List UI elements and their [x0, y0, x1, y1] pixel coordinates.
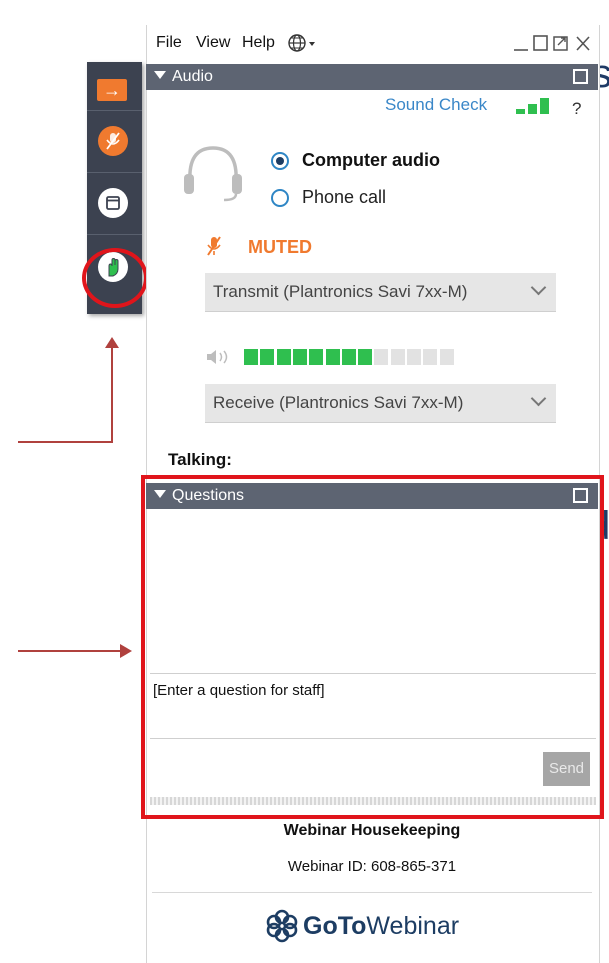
menu-bar: File View Help — [146, 28, 598, 60]
receive-device-value: Receive (Plantronics Savi 7xx-M) — [213, 393, 464, 412]
menu-file[interactable]: File — [156, 34, 182, 52]
close-icon[interactable] — [574, 32, 592, 59]
muted-label: MUTED — [248, 237, 312, 257]
chevron-down-icon — [530, 279, 547, 296]
minimize-icon[interactable] — [512, 32, 530, 59]
meter-segment — [390, 349, 405, 365]
meter-segment — [325, 349, 340, 365]
meter-segment — [341, 349, 356, 365]
transmit-device-select[interactable]: Transmit (Plantronics Savi 7xx-M) — [205, 273, 556, 312]
audio-help-icon[interactable]: ? — [572, 99, 581, 119]
muted-mic-icon[interactable] — [98, 126, 128, 156]
toolbar-slot-mic — [87, 110, 142, 173]
menu-view[interactable]: View — [196, 34, 230, 52]
audio-section-header[interactable]: Audio — [146, 64, 598, 90]
webinar-id: Webinar ID: 608-865-371 — [287, 858, 457, 875]
meter-segment — [439, 349, 454, 365]
maximize-icon[interactable] — [532, 32, 550, 59]
chevron-down-icon — [530, 390, 547, 407]
footer-title: Webinar Housekeeping — [283, 822, 461, 839]
muted-mic-status-icon[interactable] — [205, 235, 223, 262]
collapse-arrow-icon[interactable]: → — [97, 79, 127, 101]
signal-strength-icon — [516, 96, 556, 116]
transmit-device-value: Transmit (Plantronics Savi 7xx-M) — [213, 282, 468, 301]
brand-bold: GoTo — [303, 911, 367, 940]
language-globe-icon[interactable] — [287, 32, 317, 59]
meter-segment — [407, 349, 421, 365]
flower-logo-icon — [265, 909, 299, 943]
popout-icon[interactable] — [552, 32, 570, 59]
meter-segment — [309, 349, 324, 365]
toolbar-slot-collapse: → — [87, 62, 142, 111]
brand-light: Webinar — [366, 911, 460, 940]
menu-help[interactable]: Help — [242, 34, 275, 52]
headset-icon — [180, 142, 246, 207]
audio-section-title: Audio — [172, 68, 213, 85]
toolbar-slot-window — [87, 172, 142, 235]
collapse-triangle-icon[interactable] — [154, 71, 166, 79]
talking-label: Talking: — [168, 450, 232, 469]
window-icon[interactable] — [98, 188, 128, 218]
slide-area — [0, 0, 5, 5]
computer-audio-radio[interactable] — [271, 152, 289, 170]
computer-audio-label[interactable]: Computer audio — [302, 150, 440, 171]
meter-segment — [374, 349, 389, 365]
meter-segment — [423, 349, 438, 365]
meter-segment — [276, 349, 291, 365]
receive-device-select[interactable]: Receive (Plantronics Savi 7xx-M) — [205, 384, 556, 423]
sound-check-link[interactable]: Sound Check — [385, 95, 487, 115]
meter-segment — [292, 349, 307, 365]
raise-hand-highlight — [82, 248, 148, 308]
meter-segment — [358, 349, 373, 365]
gotowebinar-logo: GoTo Webinar — [265, 906, 459, 946]
meter-segment — [260, 349, 275, 365]
questions-highlight — [141, 475, 604, 819]
phone-call-radio[interactable] — [271, 189, 289, 207]
meter-segment — [244, 349, 258, 365]
phone-call-label[interactable]: Phone call — [302, 187, 386, 208]
audio-popout-icon[interactable] — [573, 69, 588, 84]
footer-divider — [152, 892, 592, 893]
speaker-icon — [205, 348, 235, 371]
